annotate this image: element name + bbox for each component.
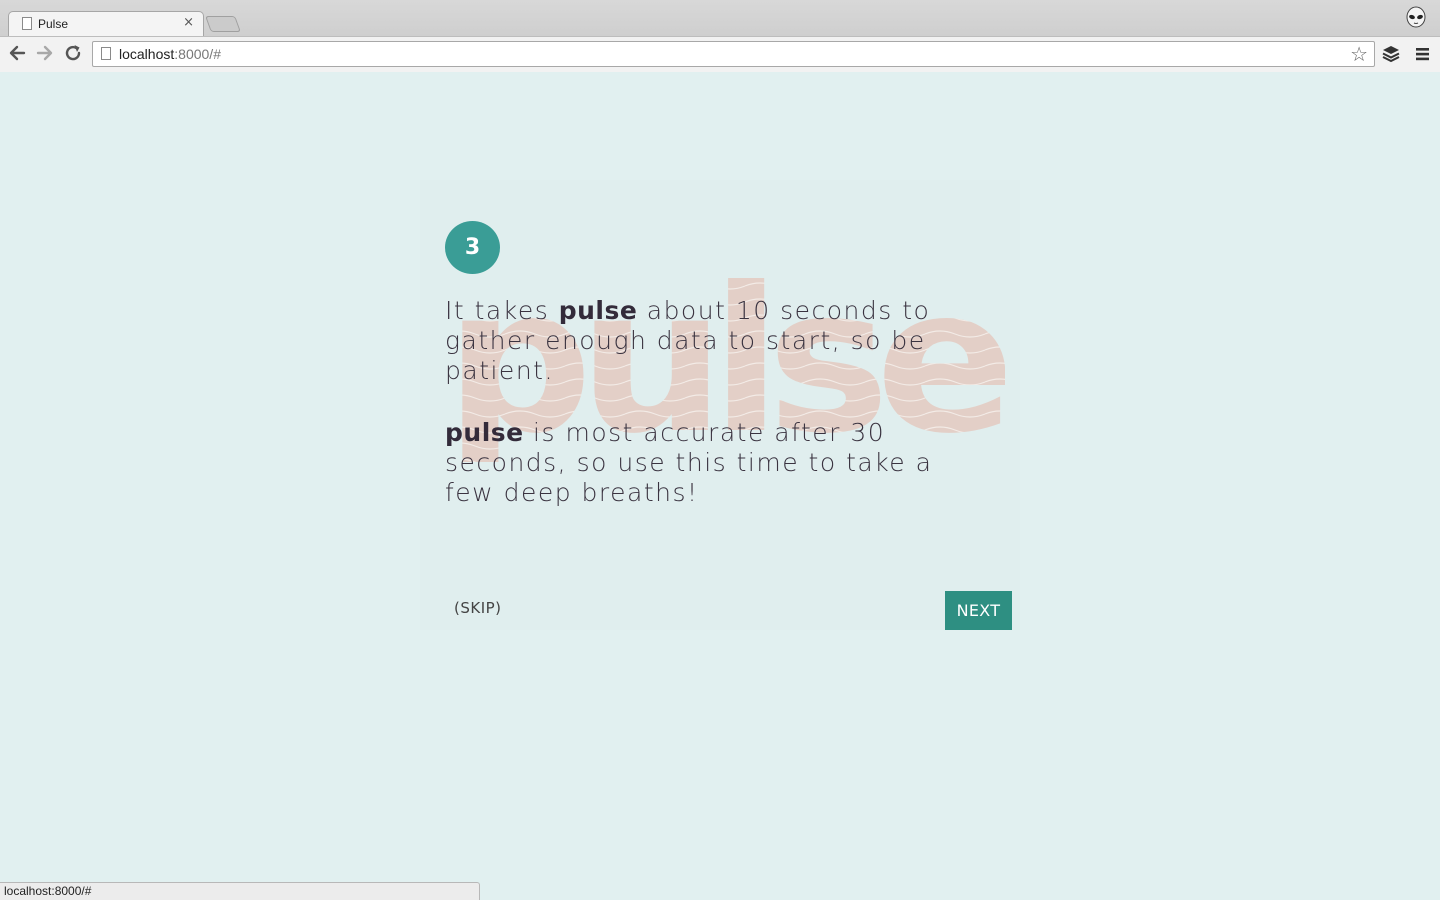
layers-icon	[1382, 46, 1400, 63]
address-bar[interactable]: localhost:8000/# ☆	[92, 41, 1375, 67]
url-path: :8000/#	[174, 46, 221, 62]
url-text[interactable]: localhost:8000/#	[119, 46, 221, 62]
layers-extension-button[interactable]	[1380, 43, 1402, 65]
reload-icon	[65, 45, 81, 61]
menu-icon	[1416, 48, 1429, 61]
browser-tab-pulse[interactable]: Pulse ×	[8, 11, 204, 36]
bookmark-star-icon[interactable]: ☆	[1350, 43, 1368, 65]
instruction-paragraph-1: It takes pulse about 10 seconds to gathe…	[445, 296, 985, 386]
step-number-badge: 3	[445, 221, 500, 274]
brand-name: pulse	[558, 296, 638, 325]
tab-title: Pulse	[38, 17, 69, 31]
forward-button[interactable]	[33, 41, 57, 65]
instruction-paragraph-2: pulse is most accurate after 30 seconds,…	[445, 418, 985, 508]
tab-close-button[interactable]: ×	[183, 15, 194, 30]
browser-menu-button[interactable]	[1412, 43, 1434, 65]
page-icon	[101, 47, 111, 60]
next-button[interactable]: NEXT	[945, 591, 1012, 630]
url-host: localhost	[119, 46, 175, 62]
back-icon	[9, 45, 26, 61]
reload-button[interactable]	[61, 41, 85, 65]
skip-button[interactable]: (SKIP)	[454, 599, 502, 617]
text: It takes	[445, 296, 559, 325]
brand-name: pulse	[445, 418, 524, 447]
alien-profile-icon[interactable]	[1404, 6, 1428, 30]
page-icon	[22, 17, 32, 30]
tab-strip: Pulse ×	[0, 0, 1440, 36]
status-bar-url: localhost:8000/#	[0, 882, 480, 900]
forward-icon	[36, 45, 53, 61]
browser-chrome: Pulse × localhost:8000/# ☆	[0, 0, 1440, 72]
back-button[interactable]	[5, 41, 29, 65]
new-tab-button[interactable]	[205, 16, 241, 32]
toolbar: localhost:8000/# ☆	[0, 36, 1440, 72]
